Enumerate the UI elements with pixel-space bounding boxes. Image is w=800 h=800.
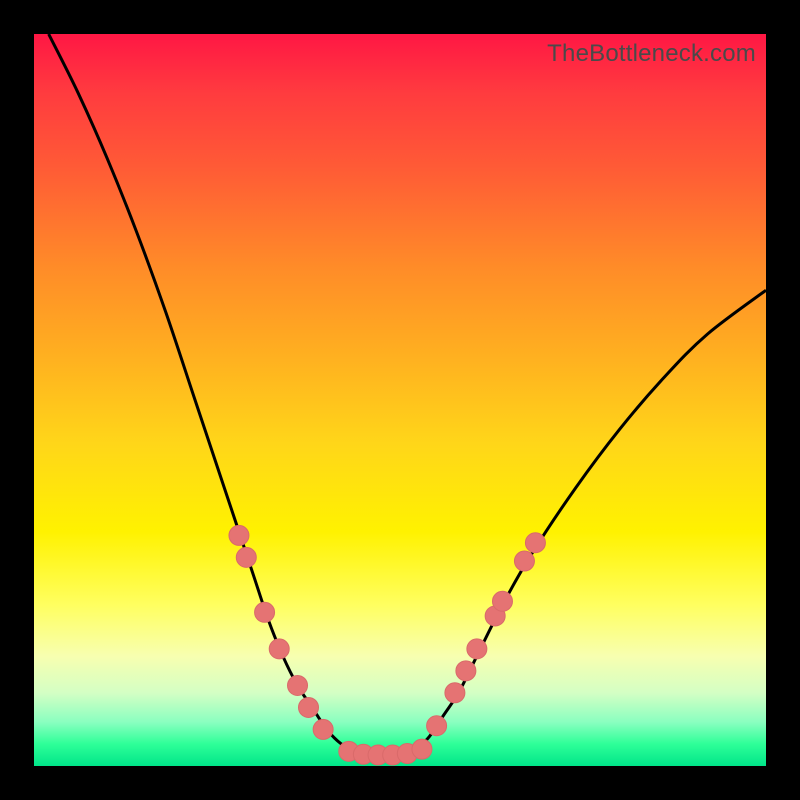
data-marker (412, 739, 432, 759)
data-marker (467, 639, 487, 659)
data-marker (525, 533, 545, 553)
data-marker (313, 719, 333, 739)
data-marker (269, 639, 289, 659)
data-marker (299, 697, 319, 717)
data-marker (229, 525, 249, 545)
chart-frame: TheBottleneck.com (0, 0, 800, 800)
plot-area: TheBottleneck.com (34, 34, 766, 766)
data-marker (255, 602, 275, 622)
data-marker (514, 551, 534, 571)
data-marker (492, 591, 512, 611)
data-marker (288, 675, 308, 695)
data-marker (456, 661, 476, 681)
data-marker (236, 547, 256, 567)
data-marker (445, 683, 465, 703)
curve-layer (34, 34, 766, 766)
data-marker (427, 716, 447, 736)
bottleneck-curve (49, 34, 766, 755)
